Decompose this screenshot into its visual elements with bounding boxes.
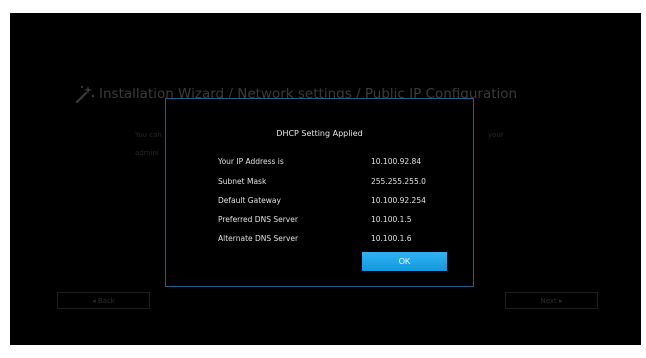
ip-address-value: 10.100.92.84 bbox=[371, 157, 422, 166]
next-button[interactable]: Next ▸ bbox=[505, 292, 598, 309]
magic-wand-icon bbox=[75, 85, 95, 104]
dialog-title: DHCP Setting Applied bbox=[276, 129, 363, 138]
default-gateway-label: Default Gateway bbox=[218, 196, 281, 205]
wizard-description-line2: admini bbox=[135, 149, 159, 157]
ip-address-row: Your IP Address is 10.100.92.84 bbox=[218, 157, 448, 169]
alternate-dns-row: Alternate DNS Server 10.100.1.6 bbox=[218, 234, 448, 246]
preferred-dns-value: 10.100.1.5 bbox=[371, 215, 412, 224]
default-gateway-value: 10.100.92.254 bbox=[371, 196, 426, 205]
alternate-dns-label: Alternate DNS Server bbox=[218, 234, 299, 243]
preferred-dns-label: Preferred DNS Server bbox=[218, 215, 298, 224]
ip-address-label: Your IP Address is bbox=[218, 157, 284, 166]
ok-button[interactable]: OK bbox=[362, 252, 447, 271]
app-screen: Installation Wizard / Network settings /… bbox=[10, 13, 641, 345]
preferred-dns-row: Preferred DNS Server 10.100.1.5 bbox=[218, 215, 448, 227]
back-button[interactable]: ◂ Back bbox=[57, 292, 150, 309]
dhcp-dialog: DHCP Setting Applied Your IP Address is … bbox=[165, 98, 474, 287]
default-gateway-row: Default Gateway 10.100.92.254 bbox=[218, 196, 448, 208]
subnet-mask-value: 255.255.255.0 bbox=[371, 177, 426, 186]
subnet-mask-row: Subnet Mask 255.255.255.0 bbox=[218, 177, 448, 189]
subnet-mask-label: Subnet Mask bbox=[218, 177, 267, 186]
alternate-dns-value: 10.100.1.6 bbox=[371, 234, 412, 243]
wizard-description-start: You can bbox=[135, 131, 162, 139]
wizard-description-end: your bbox=[488, 131, 504, 139]
